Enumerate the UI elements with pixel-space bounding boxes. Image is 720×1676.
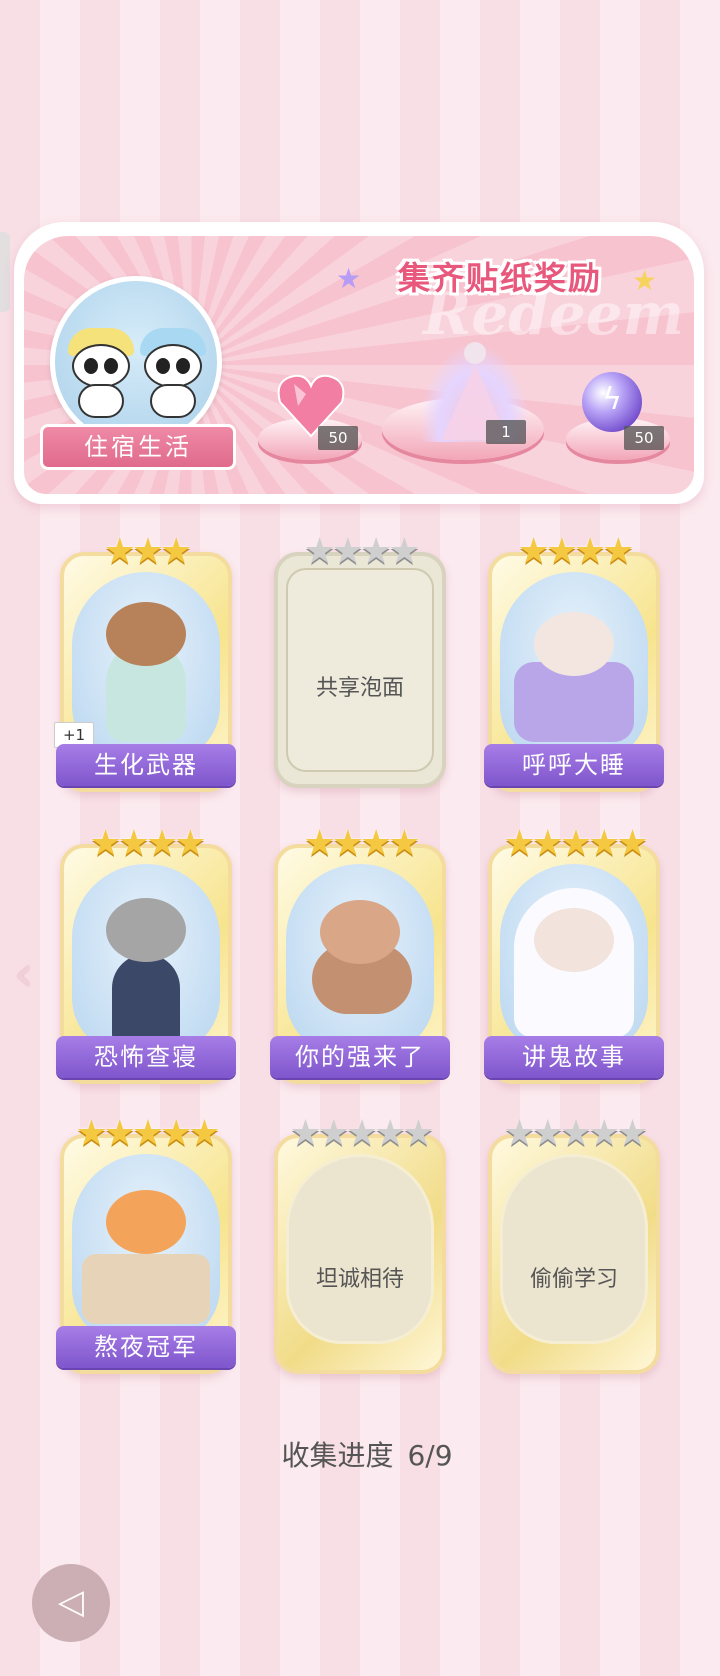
star-rating: ★★★★★ bbox=[289, 1113, 434, 1154]
locked-card-title: 坦诚相待 bbox=[315, 1267, 404, 1292]
night-owl-art bbox=[72, 1154, 220, 1344]
chevron-left-icon[interactable]: ‹ bbox=[14, 946, 33, 1002]
sticker-card[interactable]: ★★★★ 呼呼大睡 bbox=[484, 531, 664, 802]
star-rating: ★★★ bbox=[103, 531, 193, 572]
star-rating: ★★★★ bbox=[517, 531, 634, 572]
sticker-card[interactable]: ★★★★ 你的强来了 bbox=[270, 823, 450, 1094]
sticker-card-locked[interactable]: 偷偷学习 ★★★★★ bbox=[488, 1114, 660, 1384]
back-arrow-icon: ◁ bbox=[57, 1582, 85, 1622]
star-rating: ★★★★ bbox=[303, 531, 420, 572]
panda-left-icon bbox=[66, 328, 136, 418]
ghost-story-art bbox=[500, 864, 648, 1054]
star-rating: ★★★★★ bbox=[75, 1113, 220, 1154]
star-decoration-icon: ★ bbox=[336, 262, 362, 295]
purple-orb-icon[interactable]: ϟ bbox=[582, 372, 642, 432]
sleeping-boy-art bbox=[500, 572, 648, 762]
card-label: 呼呼大睡 bbox=[484, 744, 664, 786]
reward-count: 1 bbox=[486, 420, 526, 444]
card-label: 生化武器 bbox=[56, 744, 236, 786]
card-label: 你的强来了 bbox=[270, 1036, 450, 1078]
banner-title: 集齐贴纸奖励 bbox=[397, 259, 602, 297]
card-label: 讲鬼故事 bbox=[484, 1036, 664, 1078]
progress-label: 收集进度 bbox=[281, 1439, 394, 1472]
sticker-card[interactable]: ★★★★★ 讲鬼故事 bbox=[484, 823, 664, 1094]
sticker-card[interactable]: ★★★ +1 生化武器 bbox=[54, 531, 236, 802]
reward-count: 50 bbox=[318, 426, 358, 450]
star-rating: ★★★★★ bbox=[503, 1113, 648, 1154]
star-decoration-icon: ★ bbox=[632, 264, 658, 297]
back-button[interactable]: ◁ bbox=[32, 1564, 110, 1642]
locked-card-title: 共享泡面 bbox=[315, 676, 404, 701]
capybara-art bbox=[72, 572, 220, 762]
card-label: 熬夜冠军 bbox=[56, 1326, 236, 1368]
sticker-card-locked[interactable]: 共享泡面 ★★★★ bbox=[274, 532, 446, 802]
locked-art: 坦诚相待 bbox=[286, 1154, 434, 1344]
card-label: 恐怖查寝 bbox=[56, 1036, 236, 1078]
locked-card-title: 偷偷学习 bbox=[529, 1267, 618, 1292]
theme-label: 住宿生活 bbox=[40, 424, 236, 470]
dorm-teacher-art bbox=[72, 864, 220, 1054]
side-drawer-handle[interactable] bbox=[0, 232, 10, 312]
panda-right-icon bbox=[138, 328, 208, 418]
locked-art: 共享泡面 bbox=[286, 568, 434, 772]
star-rating: ★★★★★ bbox=[503, 823, 648, 864]
collection-progress: 收集进度 6/9 bbox=[0, 1434, 720, 1474]
reward-count: 50 bbox=[624, 426, 664, 450]
star-rating: ★★★★ bbox=[303, 823, 420, 864]
progress-value: 6/9 bbox=[407, 1439, 453, 1472]
locked-art: 偷偷学习 bbox=[500, 1154, 648, 1344]
sticker-card[interactable]: ★★★★ 恐怖查寝 bbox=[56, 823, 236, 1094]
sticker-card-locked[interactable]: 坦诚相待 ★★★★★ bbox=[274, 1114, 446, 1384]
sticker-card[interactable]: ★★★★★ 熬夜冠军 bbox=[56, 1113, 236, 1384]
cockroach-art bbox=[286, 864, 434, 1054]
star-rating: ★★★★ bbox=[89, 823, 206, 864]
